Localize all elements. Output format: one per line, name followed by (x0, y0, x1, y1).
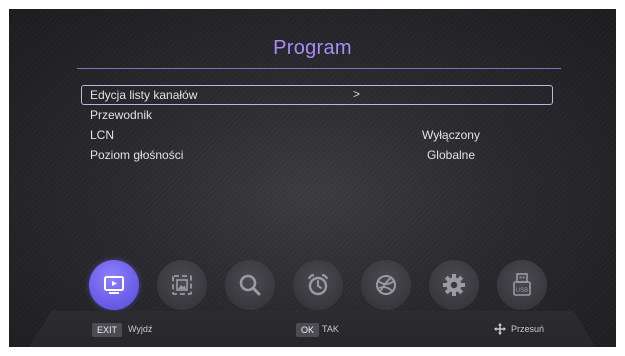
globe-icon (376, 275, 396, 295)
picture-icon (172, 275, 192, 295)
menu-item-label: Poziom głośności (90, 148, 184, 162)
category-icon-bar: USB (89, 260, 551, 310)
title-divider (77, 68, 561, 69)
search-icon (239, 274, 261, 296)
page-title: Program (273, 37, 352, 59)
usb-label: USB (516, 288, 528, 294)
menu-item-lcn[interactable]: LCN Wyłączony (81, 125, 553, 145)
tab-timer[interactable] (293, 260, 343, 310)
tab-network[interactable] (361, 260, 411, 310)
settings-menu: Edycja listy kanałów > Przewodnik LCN Wy… (81, 85, 553, 165)
tv-screen: Program Edycja listy kanałów > Przewodni… (9, 9, 616, 347)
ok-key-badge: OK (296, 323, 320, 337)
tab-program[interactable] (89, 260, 139, 310)
exit-hint-label: Wyjdź (128, 324, 153, 334)
footer-hint-bar: EXIT Wyjdź OK TAK Przesuń (9, 311, 616, 347)
menu-item-label: Przewodnik (90, 108, 153, 122)
chevron-right-icon: > (353, 87, 361, 101)
tab-picture[interactable] (157, 260, 207, 310)
tv-program-icon (104, 276, 124, 294)
menu-item-value: Globalne (426, 148, 476, 162)
gear-icon (443, 274, 465, 296)
menu-item-label: Edycja listy kanałów (90, 88, 198, 102)
tab-search[interactable] (225, 260, 275, 310)
move-arrows-icon (494, 323, 506, 335)
tab-usb[interactable]: USB (497, 260, 547, 310)
exit-key-badge: EXIT (92, 323, 123, 337)
menu-item-channel-list-edit[interactable]: Edycja listy kanałów > (81, 85, 553, 105)
tab-settings[interactable] (429, 260, 479, 310)
menu-item-label: LCN (90, 128, 115, 142)
menu-item-volume-level[interactable]: Poziom głośności Globalne (81, 145, 553, 165)
ok-hint-label: TAK (322, 324, 339, 334)
menu-item-value: Wyłączony (422, 128, 480, 142)
move-hint-label: Przesuń (511, 324, 545, 334)
menu-item-guide[interactable]: Przewodnik (81, 105, 553, 125)
usb-icon: USB (513, 273, 531, 296)
alarm-clock-icon (307, 273, 329, 296)
